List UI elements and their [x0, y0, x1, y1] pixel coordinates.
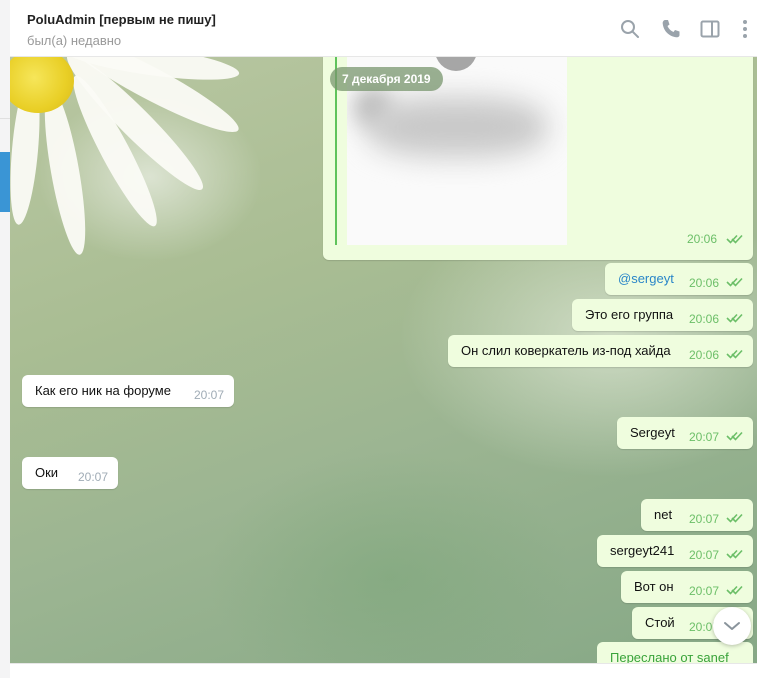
search-icon[interactable] [618, 17, 642, 41]
incoming-message[interactable]: Как его ник на форуме 20:07 [22, 375, 234, 407]
message-input-bar[interactable] [10, 663, 757, 678]
mention-link[interactable]: @sergeyt [618, 271, 674, 286]
outgoing-message[interactable]: sergeyt241 20:07 [597, 535, 753, 567]
forwarded-label[interactable]: Переслано от sanef [610, 650, 729, 663]
double-check-icon [726, 277, 743, 287]
outgoing-message[interactable]: Он слил коверкатель из-под хайда 20:06 [448, 335, 753, 367]
outgoing-message[interactable]: @sergeyt 20:06 [605, 263, 753, 295]
message-text: sergeyt241 [610, 543, 675, 558]
forwarded-message[interactable]: Переслано от sanef [597, 642, 753, 663]
message-time: 20:06 [688, 276, 719, 290]
message-text: Как его ник на форуме [35, 383, 171, 398]
message-time: 20:07 [77, 470, 108, 484]
more-vertical-icon[interactable] [733, 17, 757, 41]
double-check-icon [726, 313, 743, 323]
message-time: 20:07 [688, 512, 719, 526]
message-time: 20:07 [688, 430, 719, 444]
double-check-icon [726, 431, 743, 441]
message-time: 20:06 [688, 348, 719, 362]
message-text: net [654, 507, 673, 522]
sidebar-toggle-icon[interactable] [698, 17, 722, 41]
message-time: 20:06 [688, 312, 719, 326]
outgoing-message[interactable]: net 20:07 [641, 499, 753, 531]
message-time: 20:07 [193, 388, 224, 402]
double-check-icon [726, 513, 743, 523]
outgoing-message[interactable]: Вот он 20:07 [621, 571, 753, 603]
double-check-icon [726, 349, 743, 359]
chat-header: PoluAdmin [первым не пишу] был(а) недавн… [10, 0, 757, 57]
message-text: Sergeyt [630, 425, 675, 440]
message-text: Вот он [634, 579, 674, 594]
message-text: Он слил коверкатель из-под хайда [461, 343, 671, 358]
chat-list-edge [0, 0, 10, 678]
chat-title[interactable]: PoluAdmin [первым не пишу] [27, 12, 216, 27]
date-label: 7 декабря 2019 [330, 67, 443, 91]
message-text: Стой [645, 615, 675, 630]
daisy-center [10, 57, 74, 113]
message-time: 20:06 [687, 232, 718, 246]
outgoing-message[interactable]: Sergeyt 20:07 [617, 417, 753, 449]
double-check-icon [726, 585, 743, 595]
chevron-down-icon [724, 622, 740, 630]
outgoing-message[interactable]: Это его группа 20:06 [572, 299, 753, 331]
message-text: Оки [35, 465, 59, 480]
chat-area[interactable]: 20:06 7 декабря 2019 @sergeyt 20:06 Это ег… [10, 57, 757, 663]
scroll-down-button[interactable] [713, 607, 751, 645]
message-time: 20:07 [688, 548, 719, 562]
incoming-message[interactable]: Оки 20:07 [22, 457, 118, 489]
double-check-icon [726, 234, 743, 244]
chat-status: был(а) недавно [27, 33, 122, 48]
selected-chat-indicator[interactable] [0, 152, 10, 212]
phone-icon[interactable] [659, 17, 683, 41]
message-time: 20:07 [688, 584, 719, 598]
double-check-icon [726, 549, 743, 559]
divider [0, 118, 10, 119]
message-text: Это его группа [585, 307, 674, 322]
